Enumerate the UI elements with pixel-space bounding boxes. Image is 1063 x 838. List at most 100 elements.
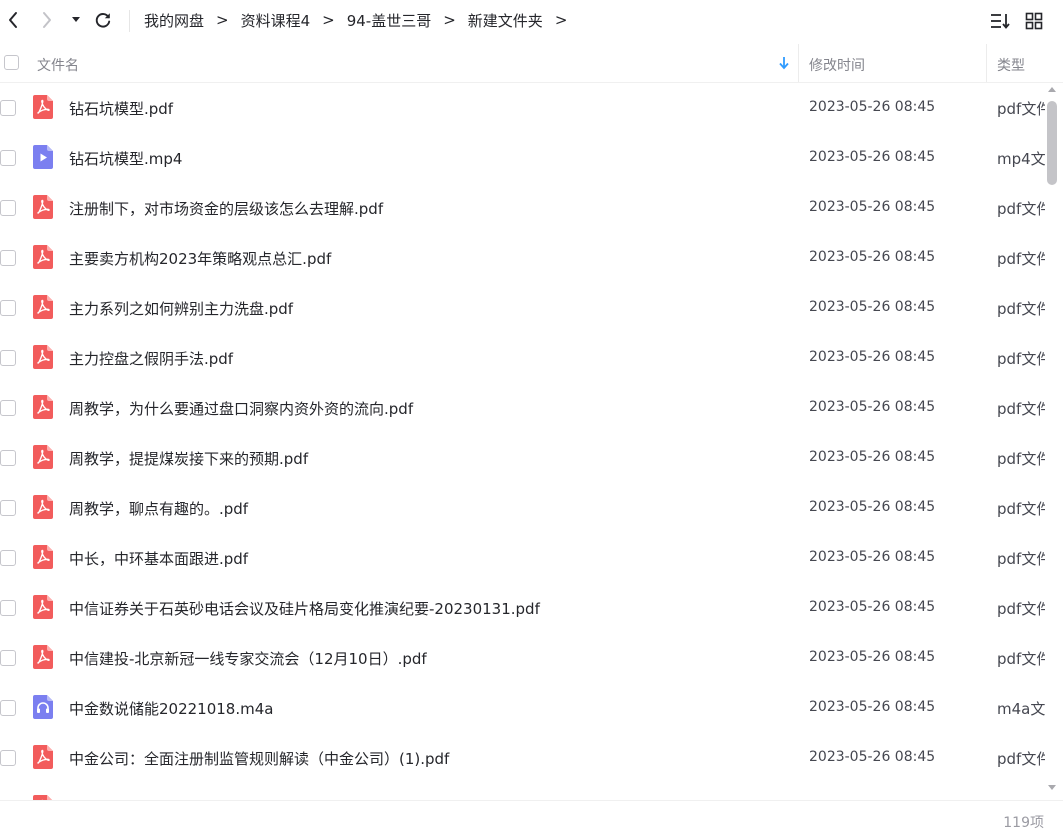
scroll-down-arrow-icon[interactable] xyxy=(1048,785,1056,790)
file-row[interactable]: 中信证券关于石英砂电话会议及硅片格局变化推演纪要-20230131.pdf 202… xyxy=(0,583,1045,633)
column-divider[interactable] xyxy=(798,44,799,82)
history-dropdown-button[interactable] xyxy=(66,8,86,32)
file-name[interactable]: 周教学，聊点有趣的。.pdf xyxy=(69,498,248,519)
breadcrumb-separator: > xyxy=(443,11,456,29)
row-checkbox[interactable] xyxy=(0,650,16,666)
file-name[interactable]: 主力系列之如何辨别主力洗盘.pdf xyxy=(69,298,293,319)
file-row[interactable]: 注册制下，对市场资金的层级该怎么去理解.pdf 2023-05-26 08:45 p… xyxy=(0,183,1045,233)
file-type: pdf文件 xyxy=(997,400,1045,418)
row-checkbox[interactable] xyxy=(0,700,16,716)
file-type: pdf文件 xyxy=(997,250,1045,268)
file-modified-time: 2023-05-26 08:45 xyxy=(809,549,936,565)
file-type: pdf文件 xyxy=(997,500,1045,518)
chevron-right-icon xyxy=(43,12,51,28)
file-modified-time: 2023-05-26 08:45 xyxy=(809,599,936,615)
file-row[interactable]: 中长，中环基本面跟进.pdf 2023-05-26 08:45 pdf文件 xyxy=(0,533,1045,583)
back-button[interactable] xyxy=(0,8,26,32)
file-name[interactable]: 中金数说储能20221018.m4a xyxy=(69,698,273,719)
row-checkbox[interactable] xyxy=(0,250,16,266)
pdf-icon xyxy=(33,545,53,569)
row-checkbox[interactable] xyxy=(0,600,16,616)
file-row[interactable]: 主力系列之如何辨别主力洗盘.pdf 2023-05-26 08:45 pdf文件 xyxy=(0,283,1045,333)
file-modified-time: 2023-05-26 08:45 xyxy=(809,349,936,365)
breadcrumb-separator: > xyxy=(554,11,568,29)
file-modified-time: 2023-05-26 08:45 xyxy=(809,749,936,765)
row-checkbox[interactable] xyxy=(0,750,16,766)
file-name[interactable]: 中信建投-北京新冠一线专家交流会（12月10日）.pdf xyxy=(69,648,427,669)
sort-down-arrow-icon[interactable] xyxy=(778,55,790,71)
caret-down-icon xyxy=(72,17,80,22)
row-checkbox[interactable] xyxy=(0,350,16,366)
scroll-up-arrow-icon[interactable] xyxy=(1048,87,1056,92)
file-name[interactable]: 中金公司：全面注册制监管规则解读（中金公司）(1).pdf xyxy=(69,748,449,769)
file-row[interactable]: 周教学，聊点有趣的。.pdf 2023-05-26 08:45 pdf文件 xyxy=(0,483,1045,533)
column-header-modified[interactable]: 修改时间 xyxy=(809,55,865,75)
row-checkbox[interactable] xyxy=(0,500,16,516)
file-row[interactable]: 周教学，提提煤炭接下来的预期.pdf 2023-05-26 08:45 pdf文件 xyxy=(0,433,1045,483)
file-name[interactable]: 钻石坑模型.mp4 xyxy=(69,148,182,169)
toolbar-divider xyxy=(129,10,130,32)
file-row[interactable]: 中金公司：全面注册制监管规则解读（中金公司）(1).pdf 2023-05-26 … xyxy=(0,733,1045,783)
file-modified-time: 2023-05-26 08:45 xyxy=(809,699,936,715)
file-row[interactable]: 钻石坑模型.pdf 2023-05-26 08:45 pdf文件 xyxy=(0,83,1045,133)
audio-icon xyxy=(33,695,53,719)
file-modified-time: 2023-05-26 08:45 xyxy=(809,449,936,465)
row-checkbox[interactable] xyxy=(0,300,16,316)
row-checkbox[interactable] xyxy=(0,200,16,216)
breadcrumb: 我的网盘 > 资料课程4 > 94-盖世三哥 > 新建文件夹 > xyxy=(144,0,579,40)
sort-order-button[interactable] xyxy=(987,8,1013,34)
file-modified-time: 2023-05-26 08:45 xyxy=(809,399,936,415)
pdf-icon xyxy=(33,345,53,369)
scrollbar-thumb[interactable] xyxy=(1047,101,1057,185)
row-checkbox[interactable] xyxy=(0,550,16,566)
grid-icon xyxy=(1025,12,1043,30)
file-name[interactable]: 周教学，为什么要通过盘口洞察内资外资的流向.pdf xyxy=(69,398,413,419)
file-name[interactable]: 中信证券关于石英砂电话会议及硅片格局变化推演纪要-20230131.pdf xyxy=(69,598,540,619)
item-count: 119项 xyxy=(1003,815,1044,831)
file-row[interactable]: 主要卖方机构2023年策略观点总汇.pdf 2023-05-26 08:45 pdf… xyxy=(0,233,1045,283)
select-all-checkbox[interactable] xyxy=(4,55,19,70)
breadcrumb-separator: > xyxy=(322,11,335,29)
file-row[interactable]: 钻石坑模型.mp4 2023-05-26 08:45 mp4文件 xyxy=(0,133,1045,183)
column-divider[interactable] xyxy=(986,44,987,82)
grid-view-button[interactable] xyxy=(1021,8,1047,34)
file-name[interactable]: 注册制下，对市场资金的层级该怎么去理解.pdf xyxy=(69,198,383,219)
file-row[interactable]: 中信建投-北京新冠一线专家交流会（12月10日）.pdf 2023-05-26 0… xyxy=(0,633,1045,683)
file-row[interactable] xyxy=(0,783,1045,800)
file-modified-time: 2023-05-26 08:45 xyxy=(809,299,936,315)
file-type: pdf文件 xyxy=(997,100,1045,118)
scrollbar[interactable] xyxy=(1045,87,1059,790)
pdf-icon xyxy=(33,745,53,769)
file-name[interactable]: 主要卖方机构2023年策略观点总汇.pdf xyxy=(69,248,331,269)
pdf-icon xyxy=(33,95,53,119)
pdf-icon xyxy=(33,245,53,269)
file-type: pdf文件 xyxy=(997,200,1045,218)
breadcrumb-item-new-folder[interactable]: 新建文件夹 xyxy=(468,10,543,31)
file-row[interactable]: 中金数说储能20221018.m4a 2023-05-26 08:45 m4a文件 xyxy=(0,683,1045,733)
breadcrumb-item-course[interactable]: 资料课程4 xyxy=(241,10,311,31)
pdf-icon xyxy=(33,495,53,519)
file-modified-time: 2023-05-26 08:45 xyxy=(809,149,936,165)
column-header-name[interactable]: 文件名 xyxy=(37,55,79,75)
file-name[interactable]: 中长，中环基本面跟进.pdf xyxy=(69,548,248,569)
file-type: pdf文件 xyxy=(997,750,1045,768)
file-modified-time: 2023-05-26 08:45 xyxy=(809,649,936,665)
file-name[interactable]: 主力控盘之假阴手法.pdf xyxy=(69,348,233,369)
file-row[interactable]: 主力控盘之假阴手法.pdf 2023-05-26 08:45 pdf文件 xyxy=(0,333,1045,383)
pdf-icon xyxy=(33,395,53,419)
file-name[interactable]: 周教学，提提煤炭接下来的预期.pdf xyxy=(69,448,308,469)
refresh-button[interactable] xyxy=(90,8,116,32)
column-header-type[interactable]: 类型 xyxy=(997,55,1025,75)
breadcrumb-item-folder-94[interactable]: 94-盖世三哥 xyxy=(347,10,432,31)
breadcrumb-item-my-drive[interactable]: 我的网盘 xyxy=(144,10,204,31)
row-checkbox[interactable] xyxy=(0,150,16,166)
file-name[interactable]: 钻石坑模型.pdf xyxy=(69,98,173,119)
row-checkbox[interactable] xyxy=(0,100,16,116)
row-checkbox[interactable] xyxy=(0,450,16,466)
video-icon xyxy=(33,145,53,169)
file-list: 钻石坑模型.pdf 2023-05-26 08:45 pdf文件 钻石坑模型.mp4 2… xyxy=(0,83,1045,800)
file-row[interactable]: 周教学，为什么要通过盘口洞察内资外资的流向.pdf 2023-05-26 08:4… xyxy=(0,383,1045,433)
forward-button[interactable] xyxy=(34,8,60,32)
row-checkbox[interactable] xyxy=(0,400,16,416)
file-type: pdf文件 xyxy=(997,350,1045,368)
